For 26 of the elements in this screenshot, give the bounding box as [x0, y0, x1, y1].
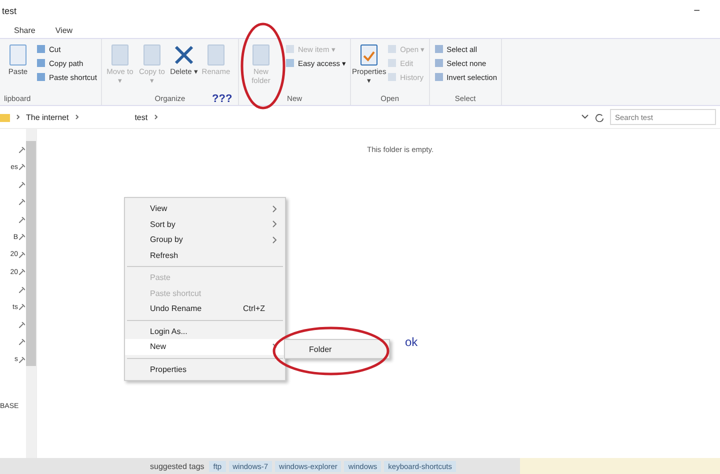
- chevron-right-icon[interactable]: [16, 114, 20, 120]
- refresh-icon[interactable]: [595, 112, 604, 122]
- menu-item[interactable]: Undo Rename Ctrl+Z: [125, 301, 285, 316]
- menu-item[interactable]: Refresh: [125, 248, 285, 263]
- breadcrumb[interactable]: The internet: [26, 112, 69, 122]
- folder-icon: [0, 112, 10, 122]
- menu-item[interactable]: View: [125, 201, 285, 216]
- scroll-bar[interactable]: [26, 129, 36, 458]
- annotation-text: ???: [212, 93, 232, 105]
- ribbon-tab[interactable]: Share: [14, 26, 36, 34]
- chevron-right-icon[interactable]: [154, 114, 158, 120]
- menu-item[interactable]: Login As...: [125, 324, 285, 339]
- menu-item[interactable]: Sort by: [125, 216, 285, 232]
- menu-item[interactable]: Properties: [125, 362, 285, 377]
- annotation-text: ok: [405, 335, 418, 349]
- ribbon-tab[interactable]: View: [55, 26, 73, 34]
- menu-item[interactable]: New: [125, 339, 285, 354]
- cross-icon: [172, 44, 195, 66]
- window-title: test: [2, 6, 17, 16]
- tags-label: suggested tags: [150, 462, 204, 470]
- chevron-down-icon[interactable]: [581, 114, 589, 120]
- chevron-right-icon[interactable]: [74, 114, 79, 120]
- breadcrumb[interactable]: test: [134, 112, 148, 122]
- menu-item[interactable]: Group by: [125, 232, 285, 248]
- minimize-button[interactable]: −: [694, 5, 700, 17]
- address-bar[interactable]: The internet test: [0, 109, 604, 125]
